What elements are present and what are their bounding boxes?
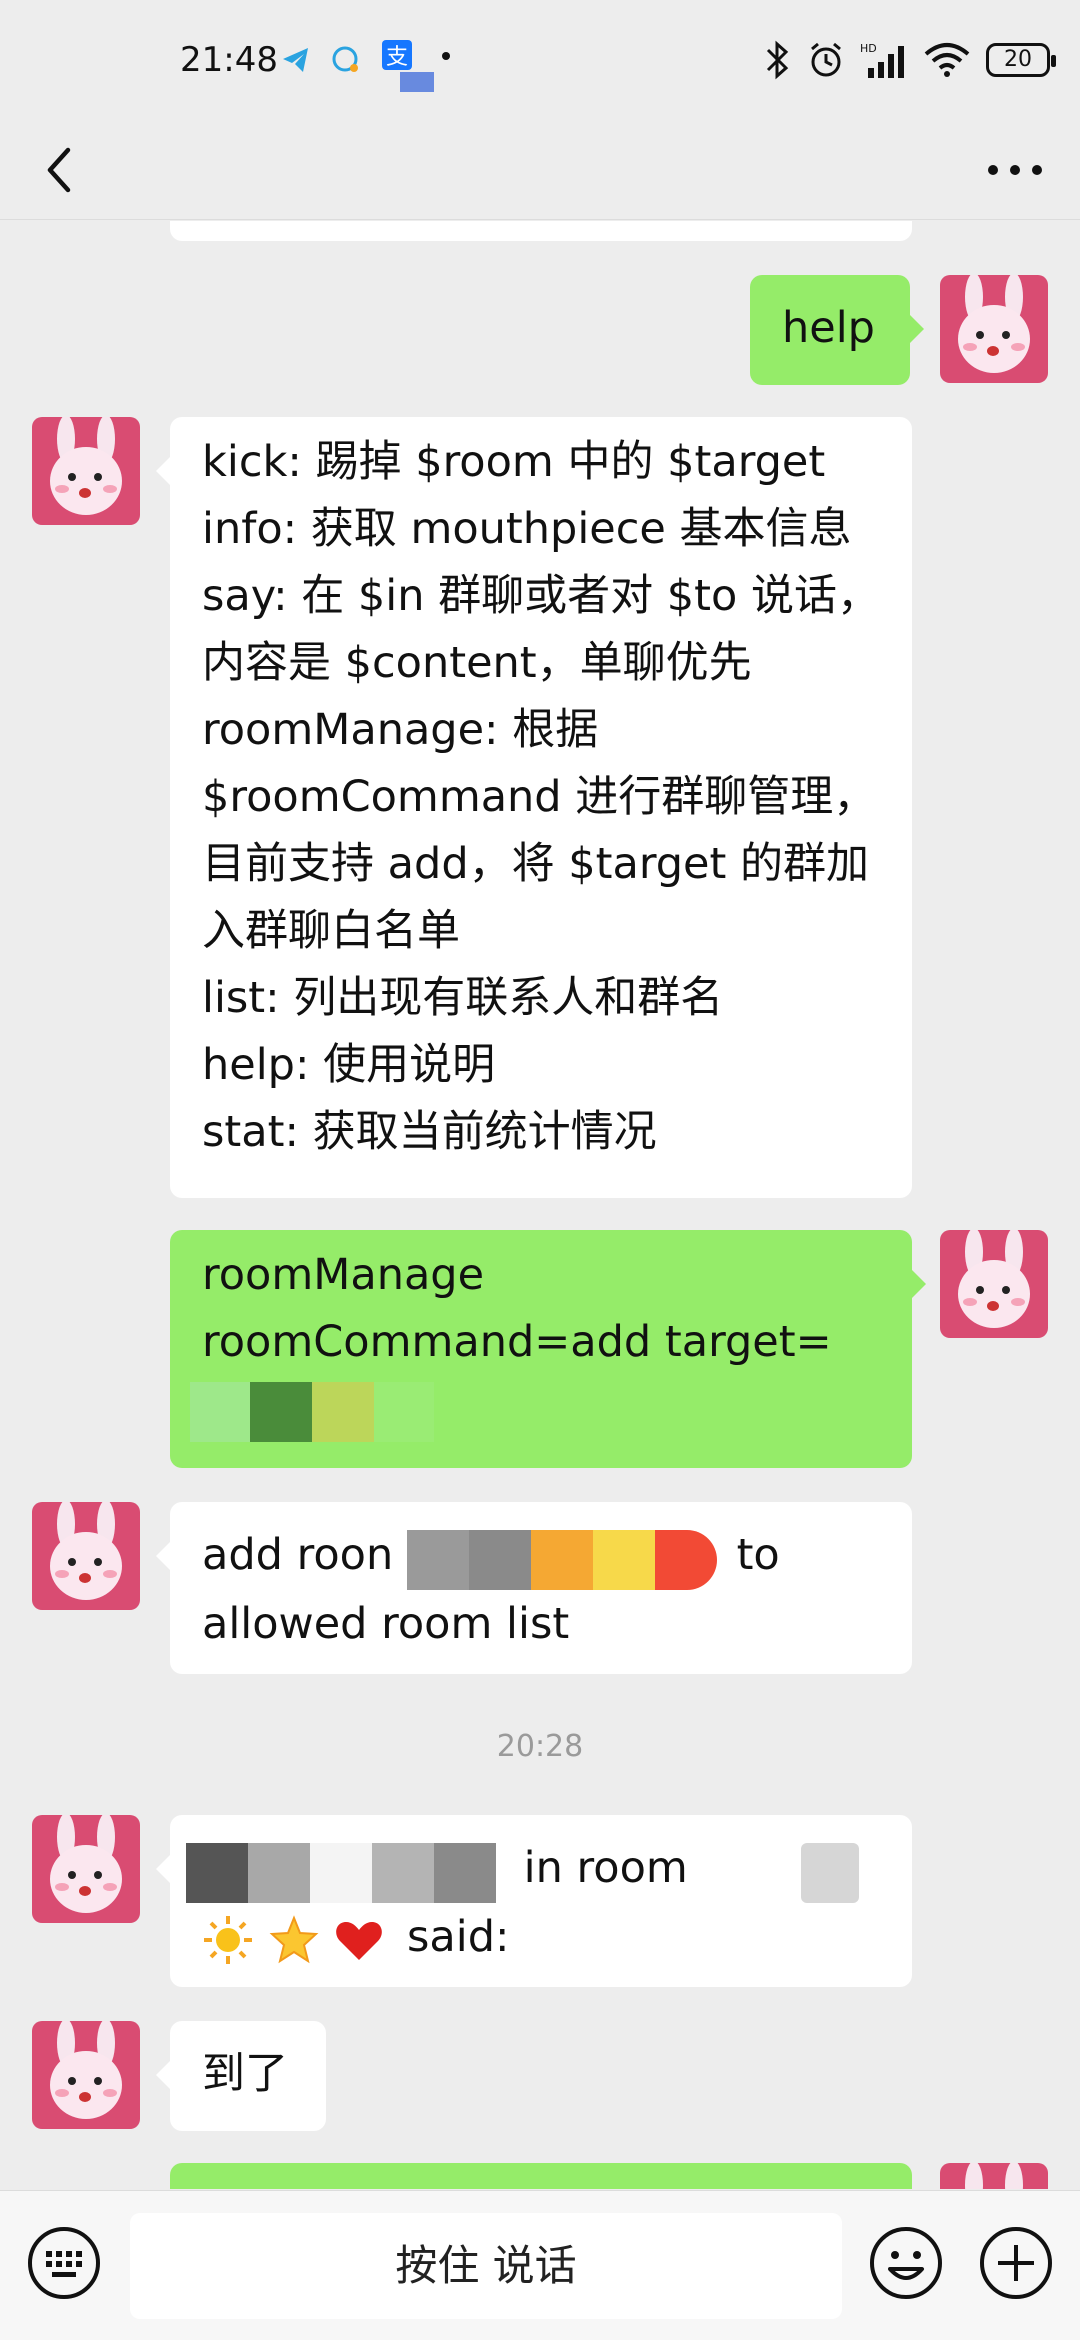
- rabbit-avatar-icon: [940, 275, 1048, 383]
- telegram-icon: [283, 48, 308, 72]
- signal-icon: HD: [860, 42, 904, 78]
- message-line: info: 获取 mouthpiece 基本信息: [202, 504, 852, 554]
- message-line: add roon to: [202, 1522, 880, 1591]
- message-bubble-incoming[interactable]: 到了: [156, 2021, 326, 2131]
- chevron-left-icon[interactable]: [30, 140, 90, 200]
- rabbit-avatar-icon: [32, 2021, 140, 2129]
- bluetooth-icon: [766, 40, 789, 80]
- message-line: stat: 获取当前统计情况: [202, 1107, 657, 1157]
- rabbit-avatar-icon: [940, 1230, 1048, 1338]
- message-line: kick: 踢掉 $room 中的 $target: [202, 437, 826, 487]
- message-line: allowed room list: [202, 1599, 570, 1649]
- red-heart-emoji-icon: [336, 1921, 383, 1960]
- chat-message-list[interactable]: help kick: 踢掉 $room 中的 $target info: 获取 …: [0, 221, 1080, 2189]
- rabbit-avatar-icon: [940, 2163, 1048, 2189]
- status-bar: 21:48 支 HD 20: [0, 0, 1080, 120]
- message-line: list: 列出现有联系人和群名: [202, 973, 724, 1023]
- message-line: 目前支持 add，将 $target 的群加: [202, 839, 870, 889]
- battery-indicator: 20: [986, 43, 1056, 77]
- avatar[interactable]: [940, 2163, 1048, 2189]
- wifi-icon: [924, 43, 970, 77]
- message-text: said:: [407, 1912, 510, 1962]
- rabbit-avatar-icon: [32, 1815, 140, 1923]
- message-text: to: [736, 1530, 780, 1580]
- message-line: said:: [202, 1904, 880, 1971]
- svg-text:HD: HD: [860, 42, 877, 55]
- message-bubble-incoming[interactable]: add roon to allowed room list: [156, 1502, 912, 1674]
- message-bubble-partial[interactable]: [170, 2163, 912, 2189]
- chat-title-bar: [0, 120, 1080, 220]
- message-line: roomManage: [202, 1250, 485, 1300]
- more-dots-icon[interactable]: [980, 140, 1050, 200]
- sun-emoji-icon: [204, 1915, 252, 1964]
- message-text: help: [782, 303, 875, 353]
- message-text: add roon: [202, 1530, 394, 1580]
- rabbit-avatar-icon: [32, 417, 140, 525]
- hold-to-talk-button[interactable]: 按住 说话: [130, 2213, 842, 2319]
- message-bubble-outgoing[interactable]: roomManage roomCommand=add target=: [170, 1230, 926, 1468]
- message-line: roomManage: 根据: [202, 705, 599, 755]
- message-text: 到了: [202, 2049, 288, 2099]
- avatar[interactable]: [32, 1815, 140, 1923]
- redacted-room-name: [406, 1524, 717, 1591]
- emoji-icon[interactable]: [868, 2225, 944, 2301]
- message-line: help: 使用说明: [202, 1040, 496, 1090]
- alarm-icon: [811, 42, 841, 77]
- avatar[interactable]: [32, 1502, 140, 1610]
- message-line: say: 在 $in 群聊或者对 $to 说话，: [202, 571, 880, 621]
- notification-dot: [442, 52, 450, 60]
- message-line: in room: [186, 1835, 880, 1904]
- message-line: $roomCommand 进行群聊管理，: [202, 772, 877, 822]
- glowing-star-emoji-icon: [269, 1914, 319, 1963]
- message-text: in room: [523, 1843, 688, 1893]
- keyboard-icon[interactable]: [26, 2225, 102, 2301]
- chat-input-bar: 按住 说话: [0, 2190, 1080, 2340]
- alipay-icon: 支: [382, 40, 434, 92]
- message-bubble-partial[interactable]: [170, 221, 912, 241]
- chat-app-icon: [332, 46, 358, 72]
- status-icons: HD 20: [764, 38, 1056, 82]
- avatar[interactable]: [32, 417, 140, 525]
- message-bubble-incoming[interactable]: in room said:: [156, 1815, 912, 1987]
- redacted-sender-name: [186, 1837, 496, 1904]
- avatar[interactable]: [32, 2021, 140, 2129]
- message-line: roomCommand=add target=: [202, 1317, 832, 1367]
- rabbit-avatar-icon: [32, 1502, 140, 1610]
- status-time: 21:48: [180, 40, 278, 80]
- plus-icon[interactable]: [978, 2225, 1054, 2301]
- message-bubble-outgoing[interactable]: help: [750, 275, 924, 385]
- svg-text:支: 支: [386, 45, 408, 70]
- avatar[interactable]: [940, 1230, 1048, 1338]
- redacted-room-name: [801, 1837, 860, 1904]
- avatar[interactable]: [940, 275, 1048, 383]
- redacted-text: [190, 1376, 880, 1442]
- message-line: 入群聊白名单: [202, 906, 460, 956]
- message-bubble-incoming[interactable]: kick: 踢掉 $room 中的 $target info: 获取 mouth…: [156, 417, 912, 1198]
- message-line: 内容是 $content，单聊优先: [202, 638, 752, 688]
- message-timestamp: 20:28: [496, 1729, 584, 1764]
